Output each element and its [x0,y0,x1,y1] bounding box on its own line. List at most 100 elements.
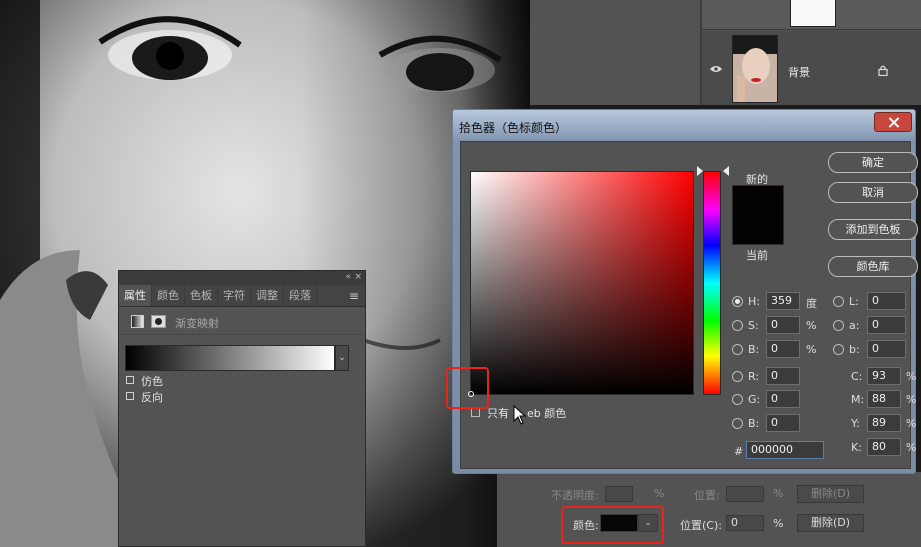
percent-unit: % [806,319,817,332]
panel-titlebar[interactable]: « × [119,271,365,285]
properties-title: 渐变映射 [175,317,219,330]
s-radio[interactable] [732,320,743,331]
dither-label: 仿色 [141,375,163,388]
lock-icon [878,65,888,76]
blue-label: B: [748,417,760,430]
b-input[interactable]: 0 [766,340,800,358]
percent-unit: % [906,417,917,430]
h-radio[interactable] [732,296,743,307]
g-input[interactable]: 0 [766,390,800,408]
g-label: G: [748,393,761,406]
blue-radio[interactable] [732,418,743,429]
a-radio[interactable] [833,320,844,331]
eye-icon[interactable] [710,65,722,73]
r-input[interactable]: 0 [766,367,800,385]
tab-character[interactable]: 字符 [218,285,251,306]
location-c-label: 位置(C): [680,519,722,532]
current-color-label: 当前 [746,249,768,262]
a-input[interactable]: 0 [867,316,906,334]
l-label: L: [849,295,859,308]
l-input[interactable]: 0 [867,292,906,310]
layer-name: 背景 [788,66,810,79]
color-libraries-button[interactable]: 颜色库 [828,256,918,277]
chevron-down-icon[interactable]: ⌄ [335,345,349,371]
collapse-icon[interactable]: « [345,272,351,282]
layer-row-fill[interactable] [702,0,921,30]
layer-thumbnail [790,0,836,27]
percent-unit: % [806,343,817,356]
k-label: K: [851,441,862,454]
hue-slider[interactable] [703,171,721,395]
opacity-input[interactable] [605,486,633,502]
location-input[interactable] [726,486,764,502]
location-label: 位置: [694,489,720,502]
tab-adjustments[interactable]: 调整 [251,285,284,306]
percent-unit: % [654,487,665,500]
panel-tabs: 属性 颜色 色板 字符 调整 段落 ≡ [119,285,365,307]
highlight-box [561,506,664,544]
hue-slider-right-icon[interactable] [723,166,729,176]
tab-color[interactable]: 颜色 [152,285,185,306]
properties-panel: « × 属性 颜色 色板 字符 调整 段落 ≡ 渐变映射 ⌄ 仿色 反向 [118,270,366,547]
dither-checkbox[interactable] [126,376,134,384]
add-to-swatches-button[interactable]: 添加到色板 [828,219,918,240]
location-c-input[interactable]: 0 [726,515,764,531]
h-label: H: [748,295,760,308]
tab-swatches[interactable]: 色板 [185,285,218,306]
delete-c-button[interactable]: 删除(D) [797,514,864,532]
panel-menu-icon[interactable]: ≡ [349,289,359,303]
percent-unit: % [906,393,917,406]
lab-b-label: b: [849,343,860,356]
properties-header: 渐变映射 [119,307,365,335]
l-radio[interactable] [833,296,844,307]
percent-unit: % [906,441,917,454]
ok-button[interactable]: 确定 [828,152,918,173]
color-picker-dialog: 拾色器（色标颜色） 新的 当前 确定 取消 添加到色板 颜色库 H: 359 度… [452,109,918,474]
web-colors-checkbox[interactable] [471,408,480,417]
r-radio[interactable] [732,371,743,382]
mask-icon[interactable] [151,315,166,328]
h-input[interactable]: 359 [766,292,800,310]
k-input[interactable]: 80 [867,438,901,456]
percent-unit: % [906,370,917,383]
s-input[interactable]: 0 [766,316,800,334]
a-label: a: [849,319,860,332]
percent-unit: % [773,517,784,530]
tab-paragraph[interactable]: 段落 [284,285,317,306]
highlight-box [446,367,489,409]
c-label: C: [851,370,863,383]
reverse-label: 反向 [141,391,163,404]
dialog-title: 拾色器（色标颜色） [459,121,568,135]
hex-input[interactable]: 000000 [746,441,824,459]
blue-input[interactable]: 0 [766,414,800,432]
b-radio[interactable] [732,344,743,355]
lab-b-input[interactable]: 0 [867,340,906,358]
layer-row-background[interactable]: 背景 [702,31,921,105]
color-field[interactable] [470,171,694,395]
gradient-map-icon[interactable] [131,315,144,328]
degree-unit: 度 [806,297,817,310]
cancel-button[interactable]: 取消 [828,182,918,203]
g-radio[interactable] [732,394,743,405]
reverse-checkbox[interactable] [126,392,134,400]
dialog-body: 新的 当前 确定 取消 添加到色板 颜色库 H: 359 度 S: 0 % B:… [460,141,918,469]
y-label: Y: [851,417,860,430]
color-swatch [732,185,784,245]
mouse-pointer-icon [513,405,527,425]
hex-label: # [734,445,744,458]
s-label: S: [748,319,759,332]
close-icon[interactable]: × [354,272,362,282]
percent-unit: % [773,487,784,500]
lab-b-radio[interactable] [833,344,844,355]
tab-properties[interactable]: 属性 [119,285,152,306]
r-label: R: [748,370,760,383]
close-button[interactable] [874,112,912,132]
gradient-preview[interactable] [125,345,335,371]
m-label: M: [851,393,865,406]
y-input[interactable]: 89 [867,414,901,432]
c-input[interactable]: 93 [867,367,901,385]
layer-thumbnail [732,35,778,103]
opacity-label: 不透明度: [551,489,599,502]
delete-button[interactable]: 删除(D) [797,485,864,503]
m-input[interactable]: 88 [867,390,901,408]
